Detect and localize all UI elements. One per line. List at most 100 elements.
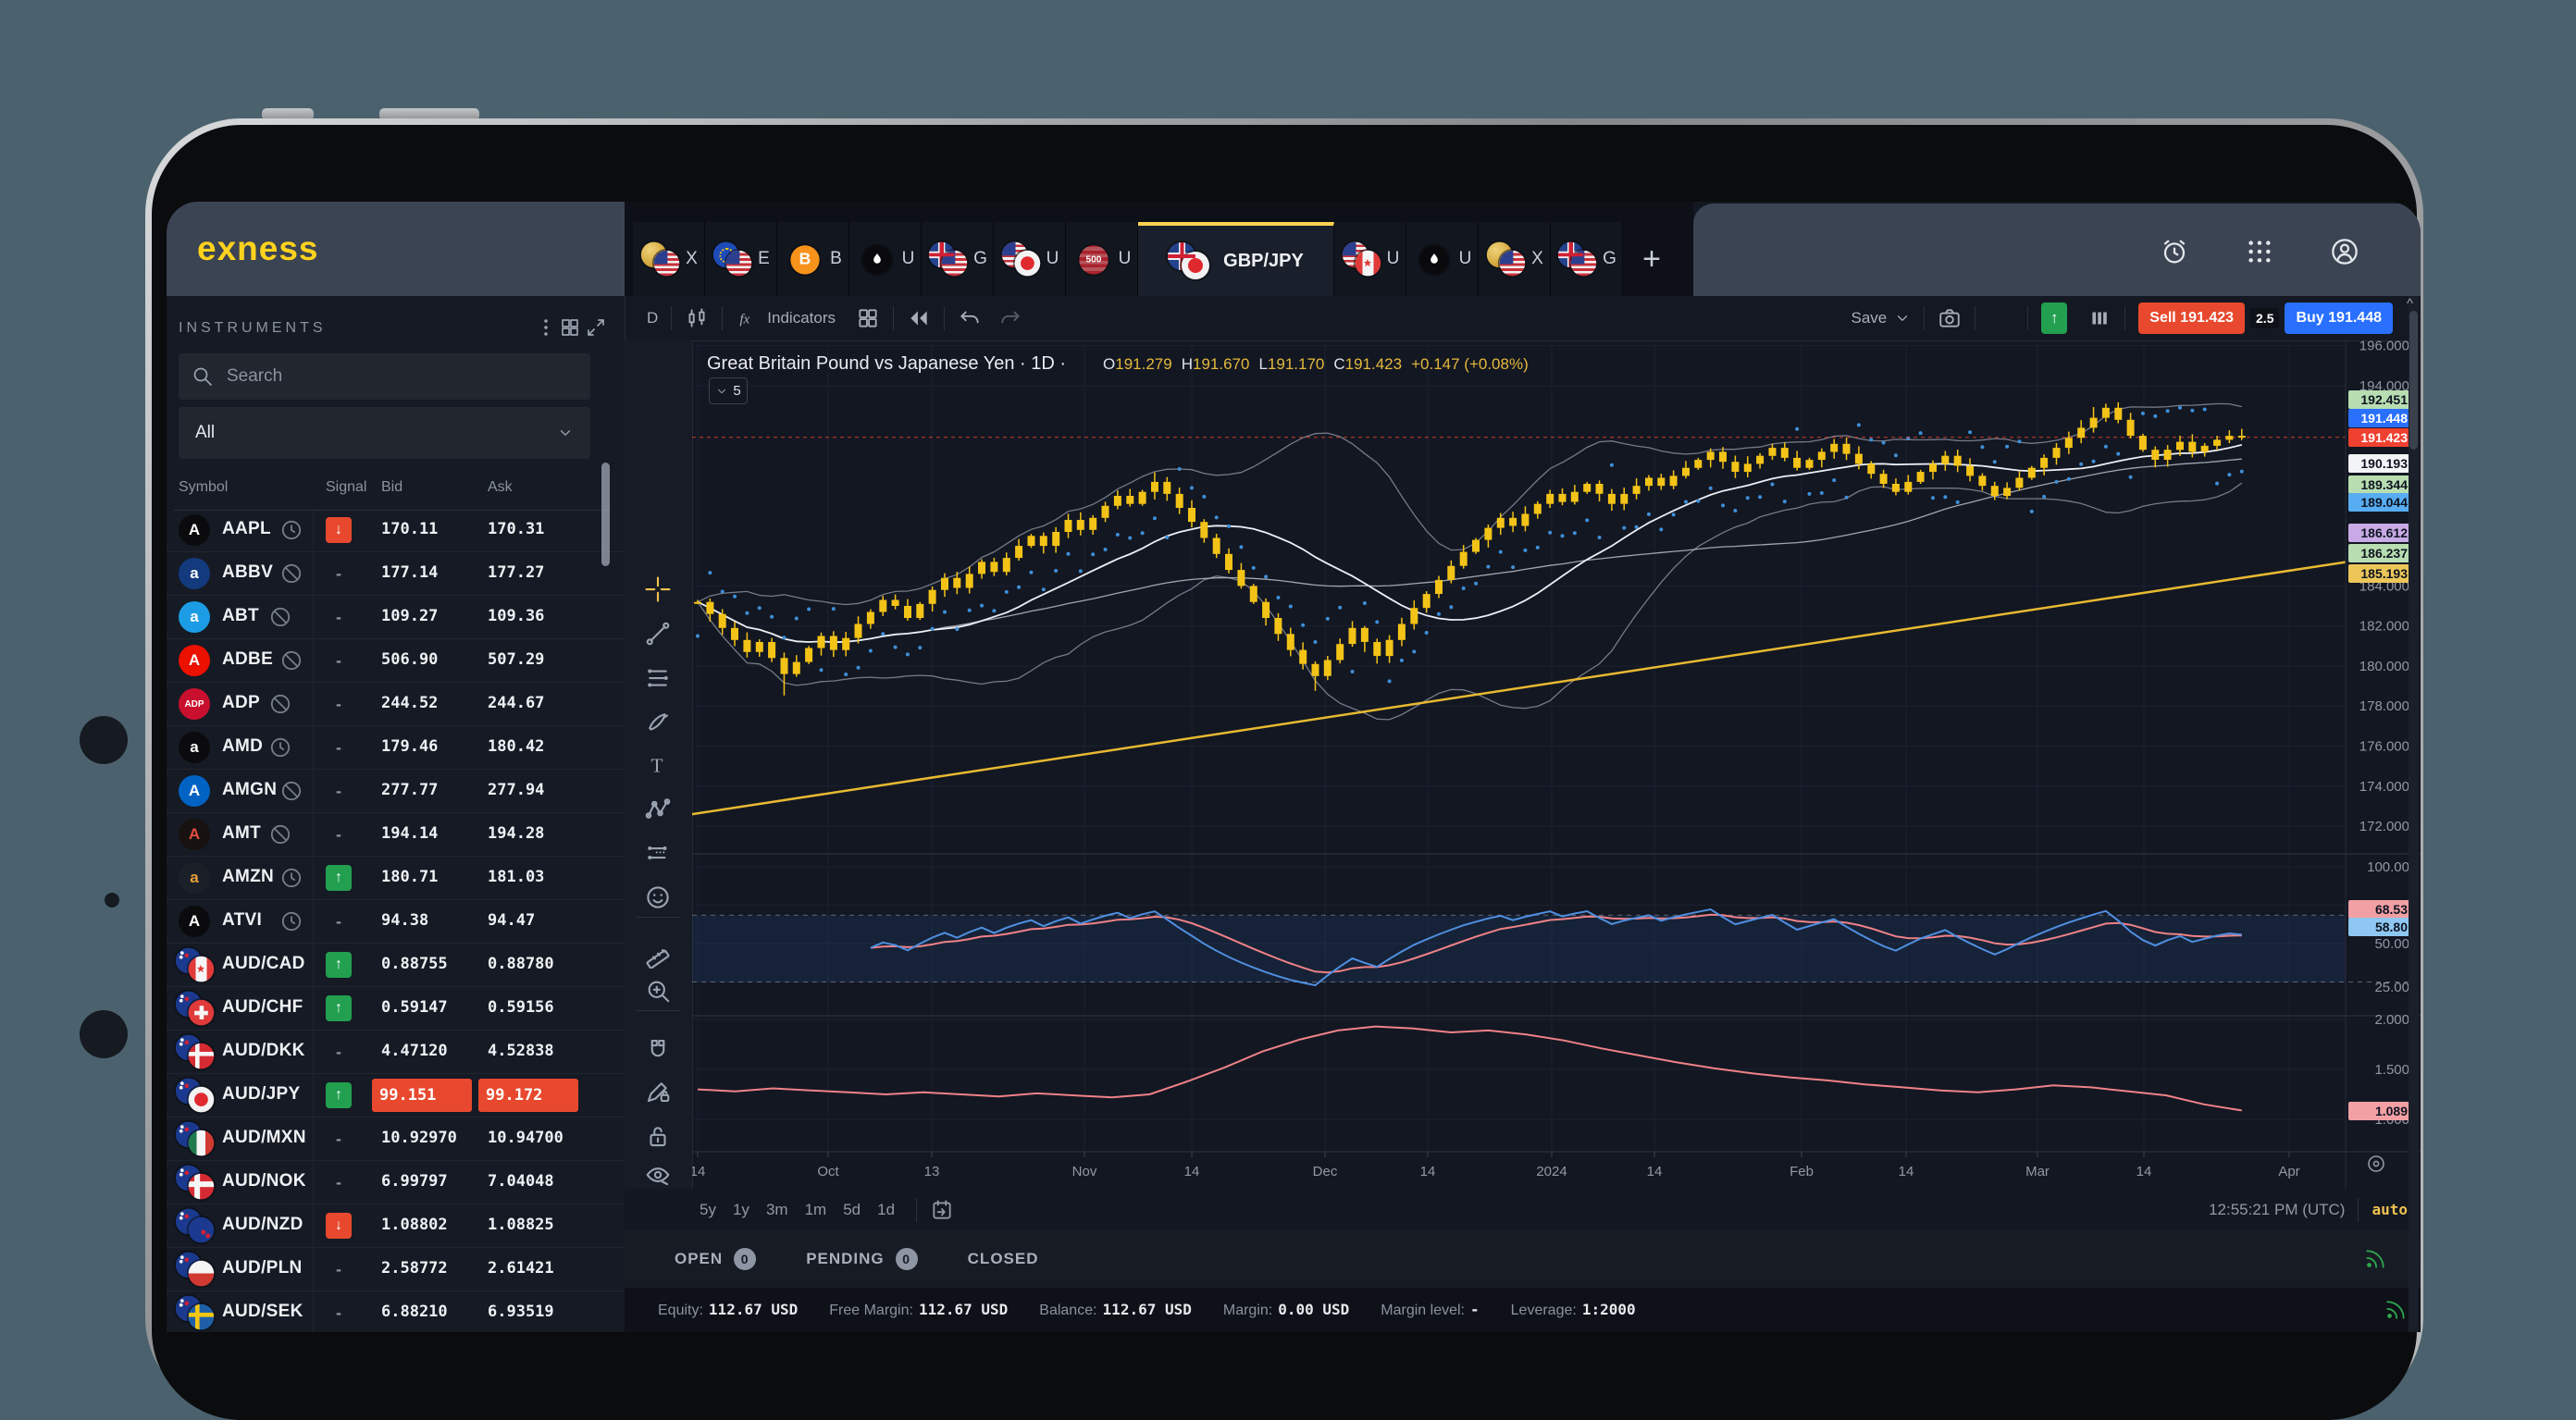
category-select[interactable]: All: [179, 407, 590, 459]
instrument-row-AUD/NOK[interactable]: AUD/NOK-6.997977.04048: [167, 1161, 625, 1204]
range-button-1d[interactable]: 1d: [877, 1201, 895, 1219]
brush-tool-icon[interactable]: [644, 709, 672, 736]
instrument-row-AMD[interactable]: aAMD-179.46180.42: [167, 726, 625, 770]
long-position-tool-icon[interactable]: [644, 839, 672, 867]
quick-buy-arrow-button[interactable]: ↑: [2041, 303, 2067, 334]
instrument-tab[interactable]: U: [849, 222, 922, 296]
rewind-icon[interactable]: [907, 306, 931, 330]
instrument-tab[interactable]: G: [922, 222, 994, 296]
instrument-row-AUD/MXN[interactable]: AUD/MXN-10.9297010.94700: [167, 1117, 625, 1161]
zoom-in-tool-icon[interactable]: [644, 977, 672, 1005]
ask-price-highlight[interactable]: 99.172: [478, 1079, 578, 1112]
symbol-logo: a: [179, 558, 210, 589]
instrument-tab[interactable]: U: [1066, 222, 1138, 296]
signal-badge: -: [326, 1300, 352, 1326]
tab-active-GBP/JPY[interactable]: GBP/JPY: [1138, 222, 1334, 296]
indicators-button[interactable]: fx Indicators: [736, 306, 836, 330]
instrument-row-AUD/CAD[interactable]: AUD/CAD↑0.887550.88780: [167, 944, 625, 987]
positions-tab-open[interactable]: OPEN0: [675, 1248, 756, 1270]
instrument-tab[interactable]: E: [705, 222, 777, 296]
instrument-row-AUD/NZD[interactable]: AUD/NZD↓1.088021.08825: [167, 1204, 625, 1248]
auto-scale-toggle[interactable]: auto: [2372, 1201, 2408, 1218]
news-feed-icon[interactable]: [2363, 1247, 2387, 1271]
instrument-row-AUD/JPY[interactable]: AUD/JPY↑99.15199.172: [167, 1074, 625, 1117]
instrument-row-AMT[interactable]: AAMT-194.14194.28: [167, 813, 625, 857]
alarm-icon[interactable]: [2160, 237, 2189, 266]
emoji-tool-icon[interactable]: [644, 883, 672, 911]
magnet-tool-icon[interactable]: [644, 1036, 672, 1064]
indicator-count-pill[interactable]: 5: [709, 377, 748, 404]
instrument-row-ADBE[interactable]: AADBE-506.90507.29: [167, 639, 625, 683]
panels-icon[interactable]: [2087, 306, 2112, 330]
price-chart[interactable]: 196.000194.000184.000182.000180.000178.0…: [692, 340, 2421, 1189]
scroll-up-icon[interactable]: ^: [2407, 296, 2413, 312]
camera-icon[interactable]: [1938, 306, 1962, 330]
instrument-row-ABBV[interactable]: aABBV-177.14177.27: [167, 552, 625, 596]
instrument-tab[interactable]: X: [1479, 222, 1551, 296]
symbol-name: AMZN: [222, 867, 274, 887]
bid-price: 94.38: [381, 911, 428, 930]
positions-tab-closed[interactable]: CLOSED: [968, 1250, 1039, 1268]
undo-icon[interactable]: [958, 306, 982, 330]
redo-icon[interactable]: [998, 306, 1022, 330]
instrument-row-ATVI[interactable]: AATVI-94.3894.47: [167, 900, 625, 944]
positions-tab-pending[interactable]: PENDING0: [806, 1248, 917, 1270]
crosshair-tool-icon[interactable]: [644, 575, 672, 603]
text-tool-icon[interactable]: T: [644, 751, 672, 779]
bid-price: 0.59147: [381, 998, 448, 1017]
drawing-lock-tool-icon[interactable]: [644, 1078, 672, 1105]
range-button-3m[interactable]: 3m: [766, 1201, 788, 1219]
search-input[interactable]: [225, 365, 543, 388]
instrument-tab[interactable]: X: [633, 222, 705, 296]
sidebar-scrollbar[interactable]: [601, 463, 610, 566]
layout-grid-icon[interactable]: [856, 306, 880, 330]
buy-button[interactable]: Buy 191.448: [2285, 303, 2393, 334]
instrument-tab[interactable]: U: [1334, 222, 1406, 296]
svg-text:189.044: 189.044: [2360, 495, 2408, 510]
add-instrument-tab-button[interactable]: +: [1623, 222, 1680, 296]
range-button-5d[interactable]: 5d: [843, 1201, 861, 1219]
search-box[interactable]: [179, 353, 590, 400]
instrument-row-ABT[interactable]: aABT-109.27109.36: [167, 596, 625, 639]
range-button-5y[interactable]: 5y: [700, 1201, 716, 1219]
instrument-row-AUD/CHF[interactable]: AUD/CHF↑0.591470.59156: [167, 987, 625, 1031]
svg-text:172.000: 172.000: [2359, 819, 2409, 834]
sell-button[interactable]: Sell 191.423: [2138, 303, 2245, 334]
instrument-row-AUD/DKK[interactable]: AUD/DKK-4.471204.52838: [167, 1031, 625, 1074]
rss-icon[interactable]: [2384, 1298, 2408, 1322]
lock-all-tool-icon[interactable]: [644, 1122, 672, 1150]
kebab-menu-icon[interactable]: [535, 316, 557, 339]
xabcd-pattern-tool-icon[interactable]: [644, 795, 672, 822]
profile-icon[interactable]: [2330, 237, 2359, 266]
app-scrollbar-track[interactable]: [2409, 296, 2419, 1332]
hide-drawings-tool-icon[interactable]: [644, 1161, 672, 1189]
instrument-row-AUD/SEK[interactable]: AUD/SEK-6.882106.93519: [167, 1291, 625, 1332]
instrument-row-AAPL[interactable]: AAAPL↓170.11170.31: [167, 509, 625, 552]
trendline-tool-icon[interactable]: [644, 620, 672, 648]
grid-view-icon[interactable]: [559, 316, 581, 339]
instrument-row-AMZN[interactable]: aAMZN↑180.71181.03: [167, 857, 625, 900]
brand-header: exness: [167, 202, 625, 296]
timeframe-button[interactable]: D: [647, 309, 658, 327]
save-button[interactable]: Save: [1852, 309, 1912, 327]
instrument-row-ADP[interactable]: ADPADP-244.52244.67: [167, 683, 625, 726]
range-button-1m[interactable]: 1m: [805, 1201, 827, 1219]
instrument-tab[interactable]: U: [1406, 222, 1479, 296]
instrument-tab[interactable]: G: [1551, 222, 1623, 296]
instrument-tab[interactable]: U: [994, 222, 1066, 296]
instrument-row-AMGN[interactable]: AAMGN-277.77277.94: [167, 770, 625, 813]
measure-tool-icon[interactable]: [644, 941, 672, 969]
apps-grid-icon[interactable]: [2245, 237, 2274, 266]
ohlc-values: O191.279H191.670L191.170C191.423+0.147 (…: [1103, 355, 1529, 374]
candle-style-icon[interactable]: [685, 306, 709, 330]
fib-retracement-tool-icon[interactable]: [644, 664, 672, 692]
app-scrollbar-thumb[interactable]: [2409, 311, 2418, 450]
collapse-panel-icon[interactable]: [585, 316, 607, 339]
jp-flag-icon: [1014, 251, 1040, 277]
instrument-row-AUD/PLN[interactable]: AUD/PLN-2.587722.61421: [167, 1248, 625, 1291]
instrument-tab[interactable]: BB: [777, 222, 849, 296]
bid-price-highlight[interactable]: 99.151: [372, 1079, 472, 1112]
range-button-1y[interactable]: 1y: [733, 1201, 749, 1219]
go-to-date-icon[interactable]: [930, 1198, 954, 1222]
bid-price: 194.14: [381, 824, 438, 843]
